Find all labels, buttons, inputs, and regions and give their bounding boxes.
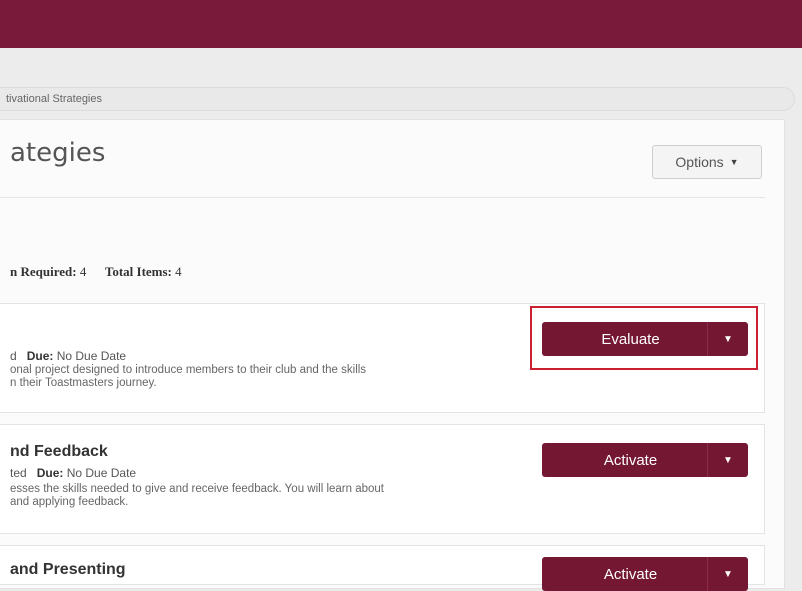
total-label: Total Items:	[104, 264, 172, 279]
evaluate-button[interactable]: Evaluate	[542, 322, 708, 356]
chevron-down-icon[interactable]: ▼	[708, 443, 748, 477]
required-value: 4	[79, 264, 87, 279]
status-text: d	[10, 349, 17, 363]
project-title[interactable]: nd Feedback	[10, 443, 108, 461]
chevron-down-icon: ▼	[729, 157, 739, 167]
chevron-down-icon[interactable]: ▼	[708, 322, 748, 356]
options-label: Options	[675, 154, 724, 170]
options-button[interactable]: Options ▼	[652, 145, 762, 179]
summary-prefix: n	[10, 264, 18, 279]
project-description: esses the skills needed to give and rece…	[10, 483, 510, 509]
activate-button[interactable]: Activate	[542, 557, 708, 591]
description-line: onal project designed to introduce membe…	[10, 364, 367, 376]
top-navigation-bar	[0, 0, 802, 48]
project-title[interactable]: and Presenting	[10, 561, 126, 579]
project-status: ted Due: No Due Date	[10, 466, 136, 480]
description-line: esses the skills needed to give and rece…	[10, 483, 384, 495]
due-value: No Due Date	[56, 349, 127, 363]
description-line: and applying feedback.	[10, 496, 129, 508]
activate-button[interactable]: Activate	[542, 443, 708, 477]
summary-line: n Required: 4 Total Items: 4	[10, 264, 182, 280]
evaluate-split-button: Evaluate ▼	[542, 322, 748, 356]
total-value: 4	[175, 264, 182, 279]
page-title: ategies	[10, 138, 106, 168]
divider	[0, 197, 765, 198]
activate-split-button: Activate ▼	[542, 557, 748, 591]
status-text: ted	[10, 466, 27, 480]
required-label: Required:	[20, 264, 77, 279]
due-label: Due:	[26, 349, 54, 363]
chevron-down-icon[interactable]: ▼	[708, 557, 748, 591]
project-description: onal project designed to introduce membe…	[10, 364, 510, 390]
activate-split-button: Activate ▼	[542, 443, 748, 477]
due-label: Due:	[36, 466, 64, 480]
breadcrumb-current: tivational Strategies	[6, 93, 102, 105]
project-status: d Due: No Due Date	[10, 349, 126, 363]
breadcrumb: tivational Strategies	[0, 87, 795, 111]
description-line: n their Toastmasters journey.	[10, 377, 157, 389]
due-value: No Due Date	[66, 466, 137, 480]
